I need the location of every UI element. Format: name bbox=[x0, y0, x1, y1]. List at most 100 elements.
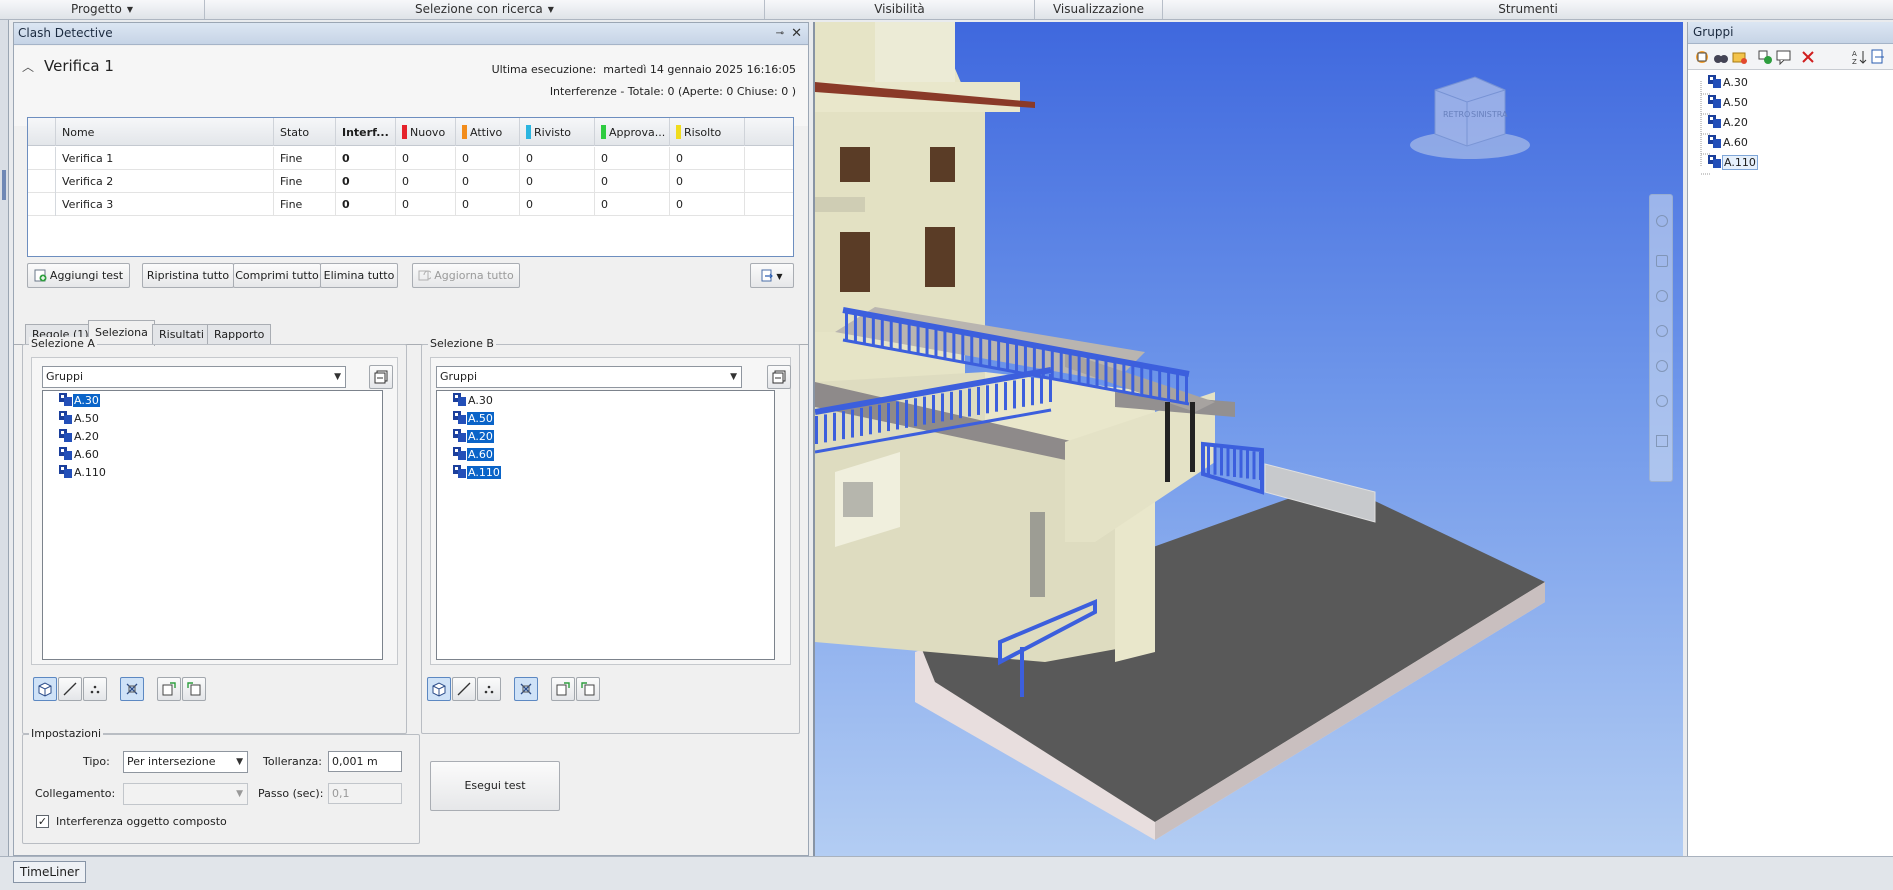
baluster bbox=[1006, 342, 1010, 371]
look-icon[interactable] bbox=[1656, 360, 1668, 372]
ribbon-progetto[interactable]: Progetto ▼ bbox=[0, 0, 205, 19]
left-dock-strip[interactable] bbox=[0, 20, 9, 856]
column-header-rivisto[interactable]: Rivisto bbox=[520, 118, 595, 146]
run-test-button[interactable]: Esegui test bbox=[430, 761, 560, 811]
tab-risultati[interactable]: Risultati bbox=[152, 324, 211, 345]
ribbon-visibilita[interactable]: Visibilità bbox=[765, 0, 1035, 19]
step-field[interactable]: 0,1 bbox=[328, 783, 402, 804]
lines-toggle-button[interactable] bbox=[58, 677, 82, 701]
export-menu-button[interactable]: ▼ bbox=[750, 263, 794, 288]
table-row[interactable]: Verifica 2 Fine 0 0 0 0 0 0 bbox=[28, 170, 793, 193]
surfaces-toggle-button[interactable] bbox=[427, 677, 451, 701]
save-search-icon[interactable] bbox=[1713, 49, 1729, 65]
groups-tree-item[interactable]: A.30 bbox=[1708, 74, 1749, 92]
pin-icon[interactable]: ⊸ bbox=[776, 23, 784, 44]
ribbon-selezione-con-ricerca[interactable]: Selezione con ricerca ▼ bbox=[205, 0, 765, 19]
table-row[interactable]: Verifica 3 Fine 0 0 0 0 0 0 bbox=[28, 193, 793, 216]
select-in-scene-button[interactable] bbox=[576, 677, 600, 701]
select-pointer-icon[interactable] bbox=[1656, 435, 1668, 447]
orbit-icon[interactable] bbox=[1656, 325, 1668, 337]
tree-item[interactable]: A.60 bbox=[453, 446, 494, 464]
column-header-nuovo[interactable]: Nuovo bbox=[396, 118, 456, 146]
selection-a-collapse-button[interactable] bbox=[369, 365, 393, 389]
tree-item[interactable]: A.50 bbox=[59, 410, 100, 428]
groups-tree-item[interactable]: A.20 bbox=[1708, 114, 1749, 132]
tree-item[interactable]: A.30 bbox=[59, 392, 100, 410]
timeliner-tab[interactable]: TimeLiner bbox=[13, 861, 87, 883]
pan-icon[interactable] bbox=[1656, 255, 1668, 267]
save-selection-icon[interactable] bbox=[1694, 49, 1710, 65]
tree-item[interactable]: A.20 bbox=[59, 428, 100, 446]
delete-all-button[interactable]: Elimina tutto bbox=[320, 263, 398, 288]
delete-icon[interactable] bbox=[1800, 49, 1816, 65]
use-current-selection-button[interactable] bbox=[157, 677, 181, 701]
tab-rapporto[interactable]: Rapporto bbox=[207, 324, 272, 345]
tree-item[interactable]: A.20 bbox=[453, 428, 494, 446]
add-comment-icon[interactable] bbox=[1776, 49, 1792, 65]
cell-interferenze: 0 bbox=[336, 170, 396, 193]
baluster bbox=[1149, 369, 1153, 398]
tab-seleziona[interactable]: Seleziona bbox=[88, 320, 155, 346]
points-toggle-button[interactable] bbox=[477, 677, 501, 701]
duplicate-icon[interactable] bbox=[1757, 49, 1773, 65]
new-folder-icon[interactable] bbox=[1732, 49, 1748, 65]
points-toggle-button[interactable] bbox=[83, 677, 107, 701]
column-header-attivo[interactable]: Attivo bbox=[456, 118, 520, 146]
update-all-button[interactable]: Aggiorna tutto bbox=[412, 263, 520, 288]
cell-interferenze: 0 bbox=[336, 193, 396, 216]
column-header-approvato[interactable]: Approva... bbox=[595, 118, 670, 146]
compact-all-button[interactable]: Comprimi tutto bbox=[233, 263, 321, 288]
navigation-bar[interactable] bbox=[1649, 194, 1673, 482]
collapse-chevron-icon[interactable]: ︿ bbox=[22, 58, 34, 75]
column-header-stato[interactable]: Stato bbox=[274, 118, 336, 146]
ribbon-strumenti[interactable]: Strumenti bbox=[1163, 0, 1893, 19]
column-header-interferenze[interactable]: Interf... bbox=[336, 118, 396, 146]
3d-viewport[interactable]: RETRO SINISTRA bbox=[813, 22, 1683, 856]
select-in-scene-button[interactable] bbox=[182, 677, 206, 701]
ribbon-visualizzazione[interactable]: Visualizzazione bbox=[1035, 0, 1163, 19]
walk-icon[interactable] bbox=[1656, 395, 1668, 407]
baluster bbox=[1220, 447, 1223, 476]
selection-a-combo[interactable]: Gruppi ▼ bbox=[42, 366, 346, 388]
groups-tree-item[interactable]: A.60 bbox=[1708, 134, 1749, 152]
viewcube-widget[interactable]: RETRO SINISTRA bbox=[1410, 76, 1530, 159]
tree-item[interactable]: A.110 bbox=[453, 464, 501, 482]
selection-a-tree[interactable]: A.30 A.50 A.20 A.60 A.110 bbox=[42, 390, 383, 660]
baluster bbox=[1077, 355, 1081, 384]
tree-item[interactable]: A.30 bbox=[453, 392, 494, 410]
zoom-icon[interactable] bbox=[1656, 290, 1668, 302]
dock-tab-indicator bbox=[2, 170, 6, 200]
groups-tree-item[interactable]: A.110 bbox=[1708, 154, 1758, 172]
type-select[interactable]: Per intersezione ▼ bbox=[123, 751, 248, 773]
tree-item[interactable]: A.110 bbox=[59, 464, 107, 482]
baluster bbox=[1213, 446, 1217, 475]
tree-item[interactable]: A.60 bbox=[59, 446, 100, 464]
column-header-nome[interactable]: Nome bbox=[56, 118, 274, 146]
cell-approvato: 0 bbox=[595, 193, 670, 216]
selection-b-tree[interactable]: A.30 A.50 A.20 A.60 A.110 bbox=[436, 390, 775, 660]
tree-item[interactable]: A.50 bbox=[453, 410, 494, 428]
use-current-selection-button[interactable] bbox=[551, 677, 575, 701]
steering-wheel-icon[interactable] bbox=[1656, 215, 1668, 227]
lines-toggle-button[interactable] bbox=[452, 677, 476, 701]
self-intersect-toggle-button[interactable] bbox=[120, 677, 144, 701]
selection-b-collapse-button[interactable] bbox=[767, 365, 791, 389]
link-select[interactable]: ▼ bbox=[123, 783, 248, 805]
column-header-risolto[interactable]: Risolto bbox=[670, 118, 745, 146]
cell-approvato: 0 bbox=[595, 170, 670, 193]
import-export-icon[interactable] bbox=[1870, 49, 1886, 65]
sort-icon[interactable]: AZ bbox=[1851, 49, 1867, 65]
baluster bbox=[905, 399, 908, 428]
baluster bbox=[1031, 377, 1034, 406]
composite-checkbox[interactable]: ✓ bbox=[36, 815, 49, 828]
add-test-button[interactable]: Aggiungi test bbox=[27, 263, 130, 288]
close-icon[interactable]: ✕ bbox=[791, 23, 802, 44]
selection-b-combo[interactable]: Gruppi ▼ bbox=[436, 366, 742, 388]
tolerance-field[interactable]: 0,001 m bbox=[328, 751, 402, 772]
select-scene-icon bbox=[187, 682, 201, 696]
table-row[interactable]: Verifica 1 Fine 0 0 0 0 0 0 bbox=[28, 147, 793, 170]
reset-all-button[interactable]: Ripristina tutto bbox=[142, 263, 234, 288]
self-intersect-toggle-button[interactable] bbox=[514, 677, 538, 701]
groups-tree-item[interactable]: A.50 bbox=[1708, 94, 1749, 112]
surfaces-toggle-button[interactable] bbox=[33, 677, 57, 701]
